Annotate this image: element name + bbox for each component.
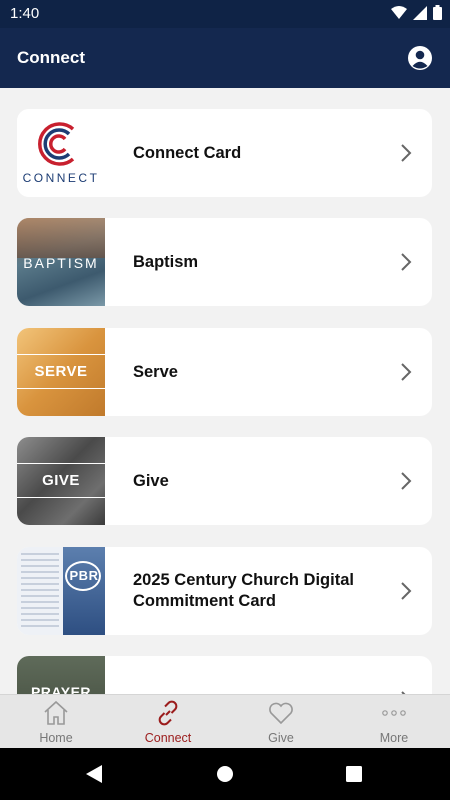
chevron-right-icon: [401, 472, 412, 490]
card-label: Baptism: [133, 252, 199, 271]
back-icon[interactable]: [86, 765, 102, 783]
heart-icon: [269, 702, 293, 725]
nav-give[interactable]: Give: [225, 695, 337, 749]
nav-connect[interactable]: Connect: [112, 695, 224, 749]
commitment-thumb-text: PBR: [69, 568, 99, 583]
status-time: 1:40: [10, 5, 40, 22]
baptism-thumb-text: BAPTISM: [23, 255, 99, 271]
chevron-right-icon: [401, 363, 412, 381]
battery-icon: [433, 5, 442, 20]
recents-icon[interactable]: [346, 766, 362, 782]
give-item[interactable]: GIVE Give: [17, 437, 432, 525]
commitment-card-item[interactable]: PBR 2025 Century Church Digital Commitme…: [17, 547, 432, 635]
baptism-item[interactable]: BAPTISM Baptism: [17, 218, 432, 306]
chevron-right-icon: [401, 253, 412, 271]
prayer-item[interactable]: PRAYER: [17, 656, 432, 694]
serve-item[interactable]: SERVE Serve: [17, 328, 432, 416]
nav-label: Give: [268, 731, 294, 745]
link-icon: [158, 700, 178, 726]
app-bar: Connect: [0, 28, 450, 88]
give-thumb-text: GIVE: [42, 472, 80, 489]
status-bar: 1:40: [0, 0, 450, 28]
serve-thumb-text: SERVE: [34, 363, 88, 380]
baptism-thumbnail: BAPTISM: [17, 218, 105, 306]
prayer-thumbnail: PRAYER: [17, 656, 105, 694]
nav-label: More: [379, 731, 409, 745]
profile-icon[interactable]: [407, 45, 433, 71]
serve-thumbnail: SERVE: [17, 328, 105, 416]
system-nav-bar: [0, 748, 450, 800]
nav-label: Connect: [144, 731, 192, 745]
home-icon: [44, 700, 68, 725]
connect-logo: CONNECT: [17, 109, 105, 197]
chevron-right-icon: [401, 582, 412, 600]
home-circle-icon[interactable]: [217, 766, 233, 782]
wifi-icon: [391, 5, 407, 19]
nav-home[interactable]: Home: [0, 695, 112, 749]
nav-label: Home: [39, 731, 73, 745]
prayer-thumb-text: PRAYER: [30, 684, 92, 694]
card-label: Connect Card: [133, 143, 242, 162]
card-label: [133, 656, 383, 694]
commitment-thumbnail: PBR: [17, 547, 105, 635]
card-label: Give: [133, 471, 169, 490]
bottom-navigation: Home Connect Give More: [0, 694, 450, 748]
page-title: Connect: [17, 48, 85, 67]
card-list: CONNECT Connect Card BAPTISM Baptism SER…: [0, 88, 450, 694]
more-icon: [382, 710, 406, 716]
card-label: 2025 Century Church Digital Commitment C…: [133, 571, 354, 610]
connect-logo-text: CONNECT: [22, 171, 100, 185]
give-thumbnail: GIVE: [17, 437, 105, 525]
status-icons: [391, 5, 442, 20]
connect-card-item[interactable]: CONNECT Connect Card: [17, 109, 432, 197]
cell-signal-icon: [413, 5, 427, 20]
nav-more[interactable]: More: [338, 695, 450, 749]
card-label: Serve: [133, 362, 178, 381]
chevron-right-icon: [401, 144, 412, 162]
